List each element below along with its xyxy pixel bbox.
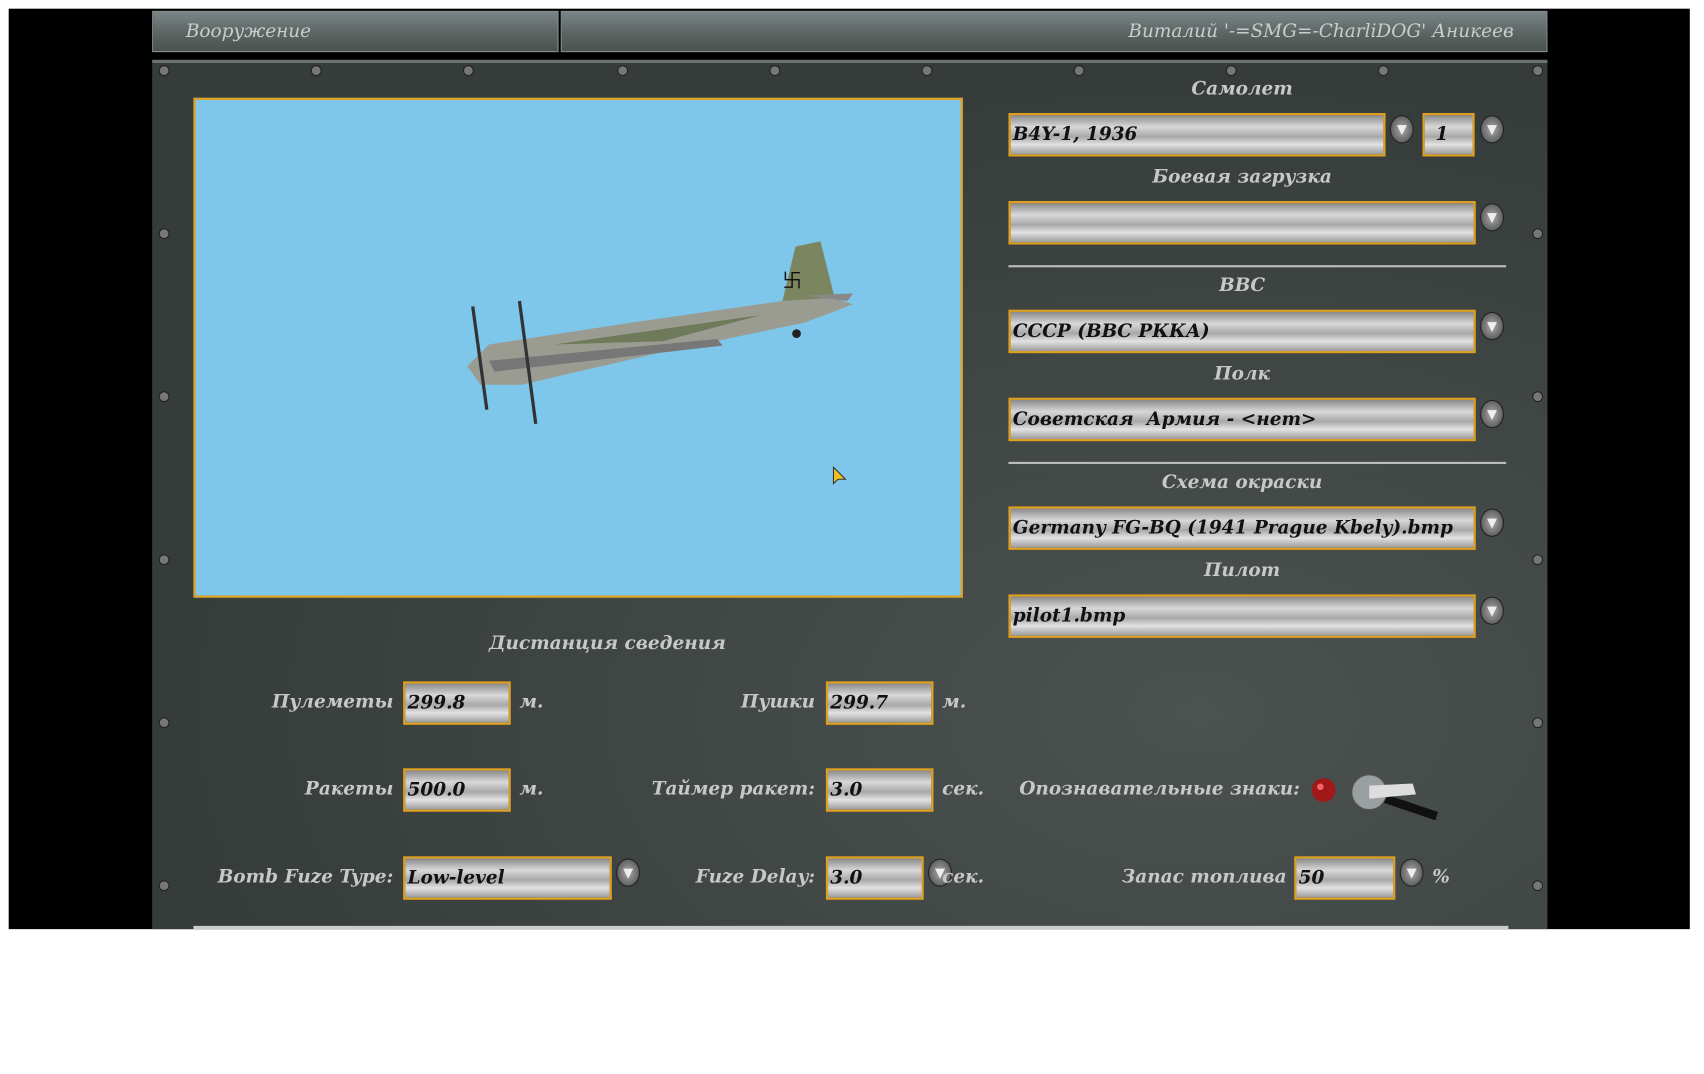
bomb-fuze-dropdown-arrow-icon[interactable]: ▼ xyxy=(616,858,641,887)
fuel-dropdown-arrow-icon[interactable]: ▼ xyxy=(1399,858,1424,887)
mg-label: Пулеметы xyxy=(271,691,394,713)
rocket-unit: м. xyxy=(519,778,544,800)
fuel-label: Запас топлива xyxy=(1121,866,1287,888)
rocket-timer-input[interactable]: 3.0 xyxy=(825,768,934,812)
regiment-select[interactable]: Советская Армия - <нет> xyxy=(1008,397,1476,442)
pilot-label: Пилот xyxy=(1203,559,1281,582)
markings-label: Опознавательные знаки: xyxy=(1019,778,1300,800)
user-header: Виталий '-=SMG=-CharliDOG' Аникеев xyxy=(560,10,1548,53)
skin-label: Схема окраски xyxy=(1161,471,1323,494)
aircraft-select[interactable]: B4Y-1, 1936 xyxy=(1008,113,1386,157)
pilot-select[interactable]: pilot1.bmp xyxy=(1008,594,1476,638)
cannon-unit: м. xyxy=(942,691,967,713)
markings-toggle-switch[interactable] xyxy=(1304,766,1445,826)
mouse-cursor-icon xyxy=(832,466,847,485)
pilot-dropdown-arrow-icon[interactable]: ▼ xyxy=(1480,596,1504,625)
fuze-delay-unit: сек. xyxy=(942,866,985,888)
cannon-label: Пушки xyxy=(741,691,816,713)
fuel-select[interactable]: 50 xyxy=(1294,856,1396,900)
loadout-select[interactable] xyxy=(1008,201,1476,245)
aircraft-model-image: 卐 xyxy=(467,241,854,425)
aircraft-dropdown-arrow-icon[interactable]: ▼ xyxy=(1389,115,1414,144)
airforce-label: ВВС xyxy=(1219,274,1266,297)
skin-select[interactable]: Germany FG-BQ (1941 Prague Kbely).bmp xyxy=(1008,506,1476,550)
rocket-timer-unit: сек. xyxy=(942,778,985,800)
airforce-dropdown-arrow-icon[interactable]: ▼ xyxy=(1480,311,1504,341)
convergence-title: Дистанция сведения xyxy=(489,632,726,655)
user-name: Виталий '-=SMG=-CharliDOG' Аникеев xyxy=(1128,20,1514,43)
mg-unit: м. xyxy=(519,691,544,713)
rocket-timer-label: Таймер ракет: xyxy=(651,778,816,800)
svg-text:卐: 卐 xyxy=(782,269,802,292)
tab-title: Вооружение xyxy=(185,20,312,43)
rocket-convergence-input[interactable]: 500.0 xyxy=(403,768,511,812)
regiment-label: Полк xyxy=(1214,362,1270,385)
cannon-convergence-input[interactable]: 299.7 xyxy=(825,681,934,725)
loadout-label: Боевая загрузка xyxy=(1152,166,1332,188)
count-dropdown-arrow-icon[interactable]: ▼ xyxy=(1480,115,1504,144)
divider xyxy=(1008,461,1507,465)
bomb-fuze-label: Bomb Fuze Type: xyxy=(217,866,394,888)
tab-armament[interactable]: Вооружение xyxy=(152,10,559,53)
fuze-delay-input[interactable]: 3.0 xyxy=(825,856,924,900)
mg-convergence-input[interactable]: 299.8 xyxy=(403,681,511,725)
aircraft-count-select[interactable]: 1 xyxy=(1422,113,1475,157)
divider xyxy=(1008,265,1507,268)
rocket-label: Ракеты xyxy=(304,778,394,800)
fuze-delay-label: Fuze Delay: xyxy=(695,866,816,888)
fuel-unit: % xyxy=(1432,866,1450,888)
bomb-fuze-select[interactable]: Low-level xyxy=(403,856,612,900)
aircraft-preview[interactable]: 卐 xyxy=(193,97,963,598)
airforce-select[interactable]: СССР (ВВС РККА) xyxy=(1008,309,1476,354)
aircraft-label: Самолет xyxy=(1191,78,1293,100)
loadout-dropdown-arrow-icon[interactable]: ▼ xyxy=(1480,203,1504,232)
skin-dropdown-arrow-icon[interactable]: ▼ xyxy=(1480,508,1504,537)
regiment-dropdown-arrow-icon[interactable]: ▼ xyxy=(1480,399,1504,429)
